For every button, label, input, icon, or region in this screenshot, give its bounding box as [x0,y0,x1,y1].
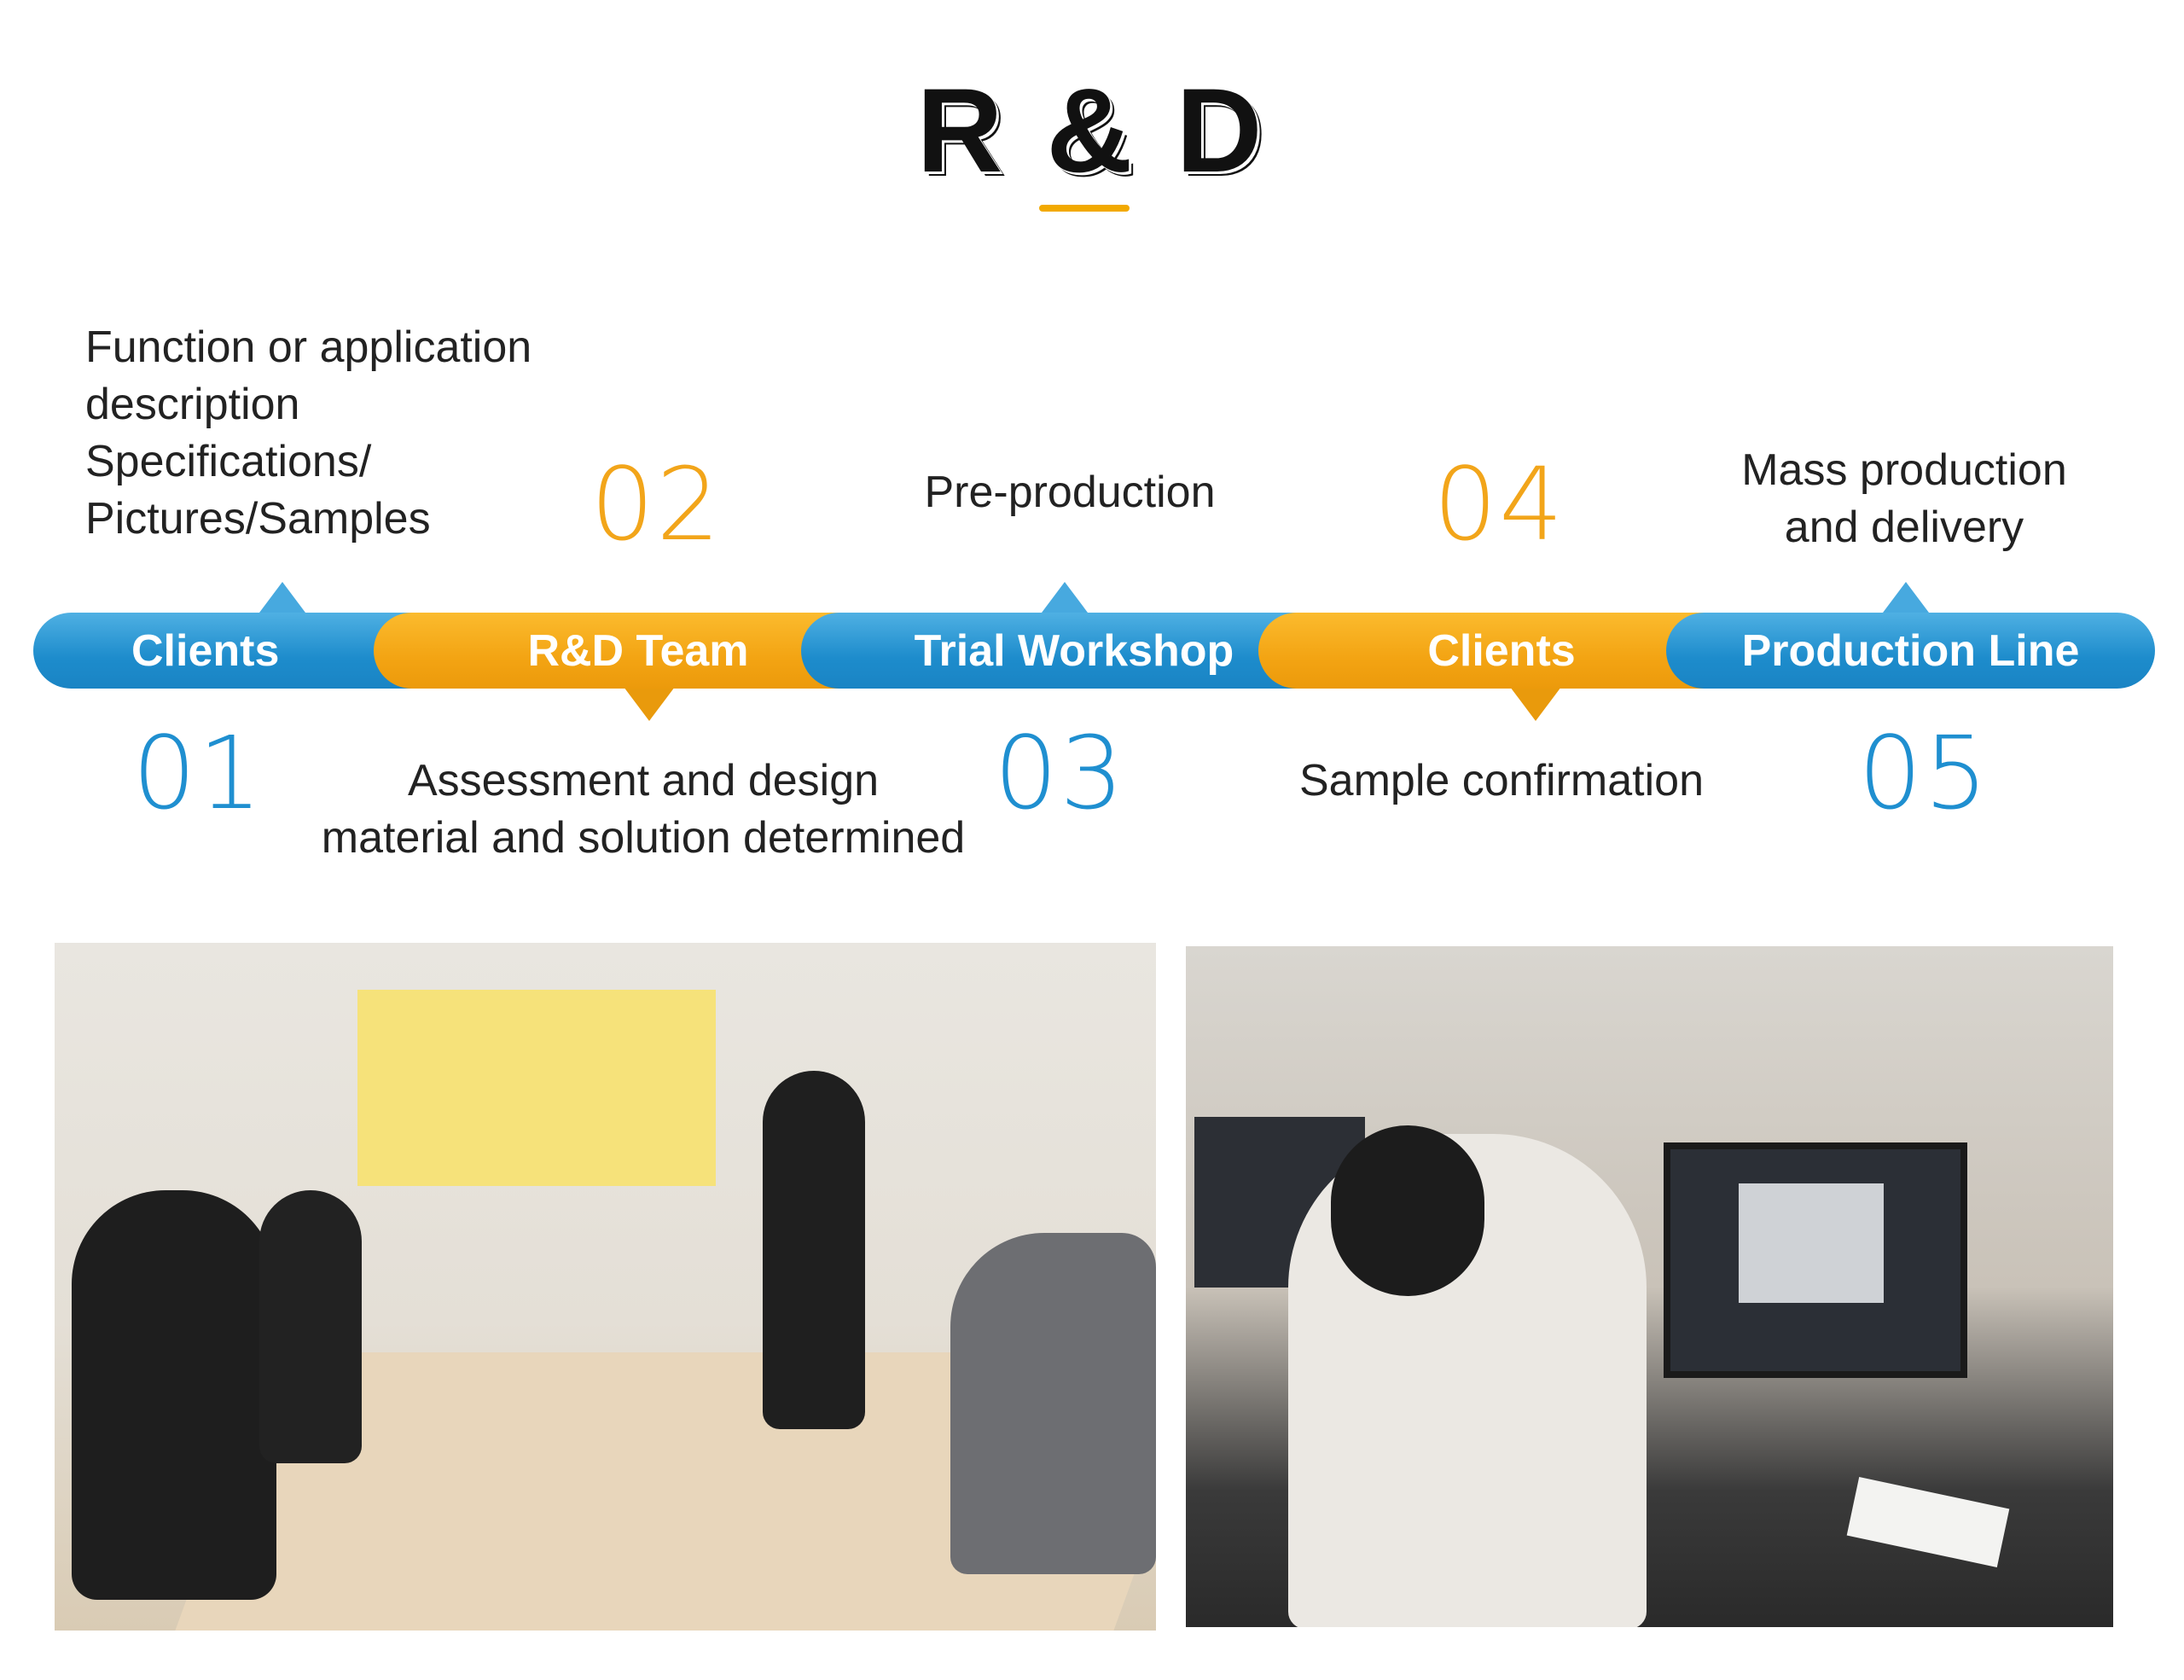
desc-line: Specifications/ [85,437,372,486]
projection-screen [357,990,716,1186]
desc-line: Sample confirmation [1299,756,1704,805]
photo-office-workstation [1186,946,2113,1627]
desc-line: Mass production [1741,445,2067,495]
step-number-02: 02 [590,445,723,563]
segment-label: Trial Workshop [914,625,1234,676]
step-2-description: Assessment and design material and solut… [217,753,1070,867]
desc-line: description [85,380,300,429]
pointer-up-icon [257,582,308,616]
pointer-up-icon [1880,582,1931,616]
step-number-01: 01 [132,714,264,832]
monitor [1664,1142,1967,1378]
step-number-03: 03 [994,714,1126,832]
person [72,1190,276,1600]
person [259,1190,362,1463]
desc-line: Function or application [85,323,532,372]
segment-label: Clients [1427,625,1576,676]
step-number-04: 04 [1433,445,1565,563]
desc-line: Assessment and design [407,756,880,805]
step-4-description: Sample confirmation [1203,753,1800,810]
desc-line: material and solution determined [321,813,966,863]
title-underline [1039,205,1130,212]
step-5-description: Mass production and delivery [1648,442,2160,556]
pointer-up-icon [1039,582,1090,616]
person-hair [1331,1125,1484,1296]
photo-meeting-room [55,943,1156,1631]
pointer-down-icon [624,687,675,721]
paper [1846,1477,2010,1567]
step-number-05: 05 [1858,714,1990,832]
pointer-down-icon [1510,687,1561,721]
segment-label: R&D Team [527,625,749,676]
desc-line: Pre-production [924,468,1216,517]
step-5-segment: Production Line [1666,613,2155,689]
step-3-description: Pre-production [814,464,1326,521]
person [950,1233,1156,1574]
step-1-description: Function or application description Spec… [85,319,531,548]
person [763,1071,865,1429]
desc-line: and delivery [1784,503,2024,552]
segment-label: Clients [131,625,280,676]
desc-line: Pictures/Samples [85,494,431,544]
page-title: R & D [916,63,1268,197]
segment-label: Production Line [1741,625,2080,676]
